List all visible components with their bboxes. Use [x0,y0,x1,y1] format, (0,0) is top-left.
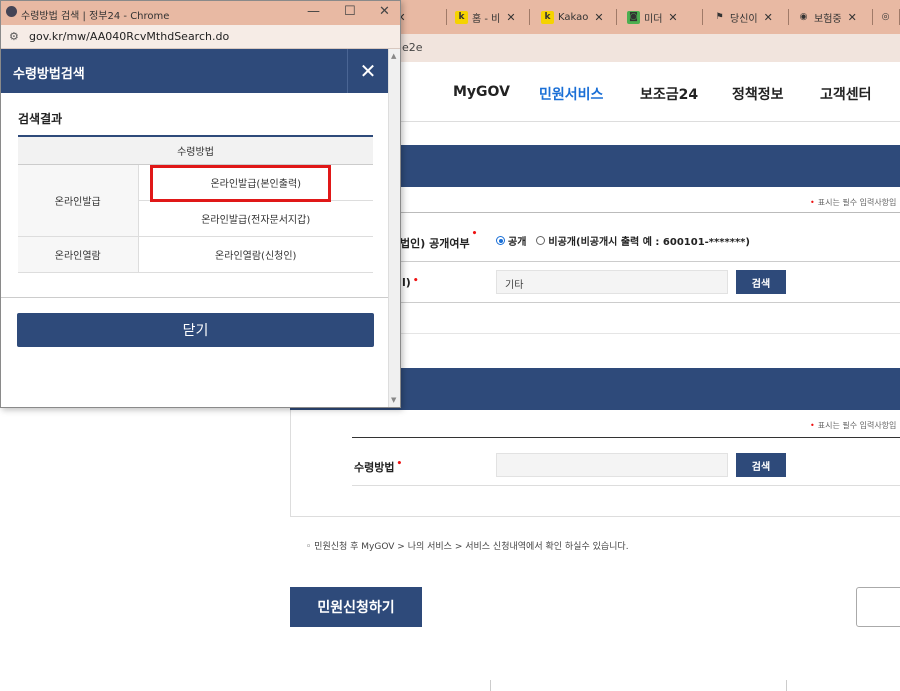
window-close-icon[interactable]: ✕ [379,4,390,19]
method-e-wallet-link[interactable]: 온라인발급(전자문서지갑) [138,199,373,237]
required-note-2: • 표시는 필수 입력사항입 [810,421,897,430]
tab-close-icon[interactable]: ✕ [764,11,773,24]
background-tab[interactable]: ◙ 미더 ✕ [627,4,703,30]
type-label: l) • [402,276,419,289]
popup-window-title: 수령방법 검색 | 정부24 - Chrome [21,11,170,22]
tab-favicon-icon: k [541,10,554,24]
background-tab[interactable]: ◎ [879,4,900,30]
divider [400,261,900,262]
tab-label: 홈 - 비 [472,13,501,25]
method-view-applicant-link[interactable]: 온라인열람(신청인) [137,235,373,273]
tab-separator [616,9,617,25]
search-result-label: 검색결과 [18,112,63,126]
tab-separator [702,9,703,25]
popup-url: gov.kr/mw/AA040RcvMthdSearch.do [29,30,230,43]
type-search-button[interactable]: 검색 [736,270,786,294]
footer-divider [786,680,787,691]
popup-divider [1,297,388,298]
table-header: 수령방법 [18,135,373,165]
background-tab[interactable]: ◉ 보험중 ✕ [797,4,873,30]
info-text: ◦ 민원신청 후 MyGOV > 나의 서비스 > 서비스 신청내역에서 확인 … [306,542,629,552]
background-tab[interactable]: k 홈 - 비 ✕ [455,4,530,30]
required-note-1: • 표시는 필수 입력사항입 [810,198,897,207]
secondary-button[interactable] [856,587,900,627]
radio-public[interactable] [496,236,505,245]
close-icon[interactable]: ✕ [347,49,388,93]
table-row: 온라인발급 온라인발급(본인출력) [18,163,373,237]
tab-favicon-icon: ◎ [879,10,892,24]
close-button[interactable]: 닫기 [17,313,374,347]
radio-private[interactable] [536,236,546,245]
disclosure-radio-group: 공개 비공개(비공개시 출력 예 : 600101-*******) [496,233,750,248]
background-address-text: e2e [402,41,423,54]
disclosure-label: 법인) 공개여부• [400,229,478,250]
category-cell: 온라인발급 [18,163,139,237]
background-tab[interactable]: ⚑ 당신이 ✕ [713,4,789,30]
receipt-method-label: 수령방법 • [354,459,403,474]
nav-customer-center[interactable]: 고객센터 [820,84,872,104]
section-border [290,410,291,517]
tab-label: 보험중 [814,13,842,25]
radio-private-label: 비공개(비공개시 출력 예 : 600101-*******) [548,237,750,248]
divider [400,212,900,213]
category-cell: 온라인열람 [18,235,139,273]
type-input[interactable]: 기타 [496,270,728,294]
disclosure-label-text: 법인) 공개여부 [400,237,470,250]
receipt-method-input[interactable] [496,453,728,477]
required-note-text: 표시는 필수 입력사항입 [817,198,897,207]
tab-label: 미더 [644,13,663,25]
receipt-method-search-button[interactable]: 검색 [736,453,786,477]
type-label-text: l) [402,276,411,289]
tab-separator [788,9,789,25]
tab-close-icon[interactable]: ✕ [668,11,677,24]
receipt-method-label-text: 수령방법 [354,461,395,474]
required-note-text: 표시는 필수 입력사항입 [817,421,897,430]
tab-favicon-icon: ◉ [797,10,810,24]
popup-header-title: 수령방법검색 [13,67,85,82]
popup-address-bar[interactable]: ⚙ gov.kr/mw/AA040RcvMthdSearch.do [1,25,400,49]
tab-favicon-icon: k [455,10,468,24]
popup-header: 수령방법검색 ✕ [1,49,388,93]
tab-close-icon[interactable]: ✕ [848,11,857,24]
divider [400,333,900,334]
divider [400,302,900,303]
apply-button[interactable]: 민원신청하기 [290,587,422,627]
site-navigation: MyGOV 민원서비스 보조금24 정책정보 고객센터 [400,62,900,122]
footer-divider [490,680,491,691]
nav-mygov[interactable]: MyGOV [453,84,510,100]
tab-separator [446,9,447,25]
popup-titlebar: 수령방법 검색 | 정부24 - Chrome — ☐ ✕ [1,1,400,25]
tab-close-icon[interactable]: ✕ [506,11,515,24]
table-row: 온라인열람 온라인열람(신청인) [18,235,373,273]
popup-scrollbar[interactable]: ▲ ▼ [388,49,400,407]
section-border [290,516,900,517]
radio-public-label: 공개 [508,237,527,248]
globe-icon [6,6,17,17]
scroll-up-icon[interactable]: ▲ [391,52,396,60]
tab-close-icon[interactable]: ✕ [594,11,603,24]
info-text-content: 민원신청 후 MyGOV > 나의 서비스 > 서비스 신청내역에서 확인 하실… [314,542,629,552]
tab-favicon-icon: ⚑ [713,10,726,24]
divider [352,437,900,438]
divider [352,485,900,486]
nav-policy-info[interactable]: 정책정보 [732,84,784,104]
result-table: 수령방법 온라인발급 온라인발급(본인출력) 온라인발급(전자문서지갑) 온라인… [18,135,373,273]
nav-civil-service[interactable]: 민원서비스 [539,84,603,104]
site-info-icon[interactable]: ⚙ [9,30,19,43]
scroll-down-icon[interactable]: ▼ [391,396,396,404]
tab-separator [872,9,873,25]
tab-separator [529,9,530,25]
maximize-icon[interactable]: ☐ [344,4,356,19]
method-self-print-link[interactable]: 온라인발급(본인출력) [137,163,373,201]
tab-favicon-icon: ◙ [627,10,640,24]
minimize-icon[interactable]: — [307,4,320,19]
background-tab[interactable]: k Kakao ✕ [541,4,617,30]
nav-subsidy24[interactable]: 보조금24 [640,84,698,104]
tab-label: 당신이 [730,13,758,25]
receipt-method-popup-window: 수령방법 검색 | 정부24 - Chrome — ☐ ✕ ⚙ gov.kr/m… [0,0,401,408]
tab-label: Kakao [558,11,589,23]
